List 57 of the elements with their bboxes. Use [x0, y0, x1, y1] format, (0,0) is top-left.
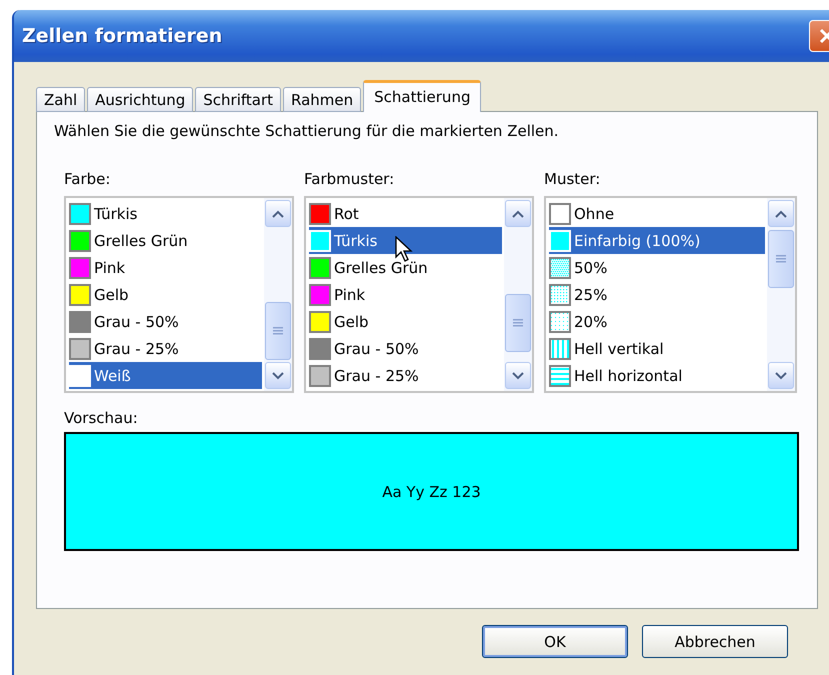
- list-label: Muster:: [544, 170, 602, 188]
- list-item[interactable]: Gelb: [309, 308, 502, 335]
- list-item[interactable]: Pink: [69, 254, 262, 281]
- list-item[interactable]: Türkis: [69, 200, 262, 227]
- list-item[interactable]: Rot: [309, 200, 502, 227]
- scroll-down-button[interactable]: [265, 362, 291, 389]
- scroll-down-button[interactable]: [505, 362, 531, 389]
- preview-label: Vorschau:: [64, 409, 139, 427]
- scrollbar[interactable]: [504, 198, 532, 391]
- grip-icon: [273, 326, 283, 336]
- list-item[interactable]: Grelles Grün: [309, 254, 502, 281]
- pattern-swatch-icon: [549, 310, 571, 332]
- pattern-swatch-icon: [549, 338, 571, 360]
- list-label: Farbmuster:: [304, 170, 396, 188]
- list-item[interactable]: Pink: [309, 281, 502, 308]
- tab[interactable]: Schattierung: [363, 80, 482, 112]
- scroll-up-button[interactable]: [265, 200, 291, 227]
- pattern-swatch-icon: [549, 364, 571, 386]
- scrollbar[interactable]: [264, 198, 292, 391]
- mouse-cursor-icon: [395, 236, 415, 262]
- scroll-up-button[interactable]: [768, 200, 794, 227]
- pattern-swatch-icon: [549, 284, 571, 306]
- list-item[interactable]: Einfarbig (100%): [549, 227, 765, 254]
- list-item[interactable]: Gelb: [69, 281, 262, 308]
- preview-text: Aa Yy Zz 123: [382, 482, 481, 500]
- cancel-button[interactable]: Abbrechen: [642, 625, 788, 658]
- scroll-down-button[interactable]: [768, 362, 794, 389]
- grip-icon: [513, 318, 523, 328]
- ok-button[interactable]: OK: [482, 625, 628, 658]
- list-item[interactable]: Grau - 50%: [309, 335, 502, 362]
- list-item[interactable]: Grau - 25%: [309, 362, 502, 389]
- list-item[interactable]: Hell horizontal: [549, 362, 765, 389]
- list-item[interactable]: Hell vertikal: [549, 335, 765, 362]
- tab[interactable]: Schriftart: [195, 87, 281, 112]
- list-item[interactable]: Ohne: [549, 200, 765, 227]
- scroll-thumb[interactable]: [265, 302, 291, 360]
- instruction-text: Wählen Sie die gewünschte Schattierung für die markierten Zellen.: [54, 122, 560, 140]
- pattern-swatch-icon: [549, 230, 571, 252]
- list-item[interactable]: Weiß: [69, 362, 262, 389]
- pattern-swatch-icon: [549, 256, 571, 278]
- list-item[interactable]: 20%: [549, 308, 765, 335]
- scroll-up-button[interactable]: [505, 200, 531, 227]
- list-item[interactable]: 25%: [549, 281, 765, 308]
- list-item[interactable]: Grau - 50%: [69, 308, 262, 335]
- list-item[interactable]: Grau - 25%: [69, 335, 262, 362]
- tab[interactable]: Rahmen: [283, 87, 362, 112]
- scroll-thumb[interactable]: [505, 294, 531, 352]
- scrollbar[interactable]: [767, 198, 795, 391]
- scroll-thumb[interactable]: [768, 230, 794, 288]
- list-label: Farbe:: [64, 170, 112, 188]
- grip-icon: [776, 254, 786, 264]
- tab[interactable]: Zahl: [36, 87, 86, 112]
- window-title: Zellen formatieren: [22, 25, 222, 47]
- list-item[interactable]: 50%: [549, 254, 765, 281]
- tab[interactable]: Ausrichtung: [87, 87, 194, 112]
- pattern-swatch-icon: [549, 202, 571, 224]
- list-item[interactable]: Grelles Grün: [69, 227, 262, 254]
